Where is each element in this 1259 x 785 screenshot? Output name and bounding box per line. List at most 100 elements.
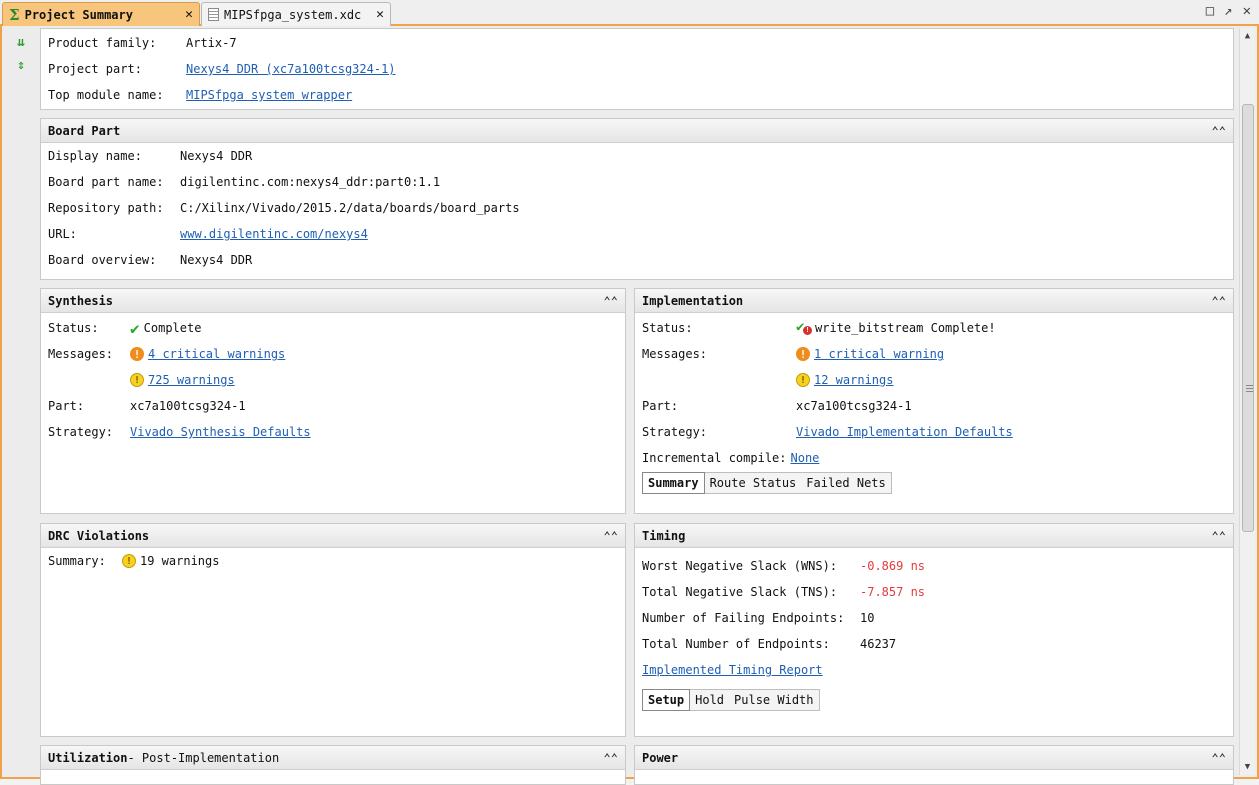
subtab-summary[interactable]: Summary xyxy=(642,472,705,494)
warnings-link[interactable]: 725 warnings xyxy=(148,373,235,387)
scroll-down-icon[interactable]: ▼ xyxy=(1240,759,1255,775)
strategy-link[interactable]: Vivado Synthesis Defaults xyxy=(130,425,311,439)
panel-header: Board Part ⌃⌃ xyxy=(41,119,1233,143)
panel-title: Synthesis xyxy=(48,293,114,308)
float-icon[interactable]: ↗ xyxy=(1224,3,1232,19)
wns-label: Worst Negative Slack (WNS): xyxy=(642,559,838,573)
subtab-pulse-width[interactable]: Pulse Width xyxy=(729,690,818,710)
board-overview-value: Nexys4 DDR xyxy=(180,253,253,267)
drc-summary-value: 19 warnings xyxy=(140,554,220,568)
part-label: Part: xyxy=(48,399,85,413)
panel-title: Utilization xyxy=(48,750,128,765)
top-module-link[interactable]: MIPSfpga system wrapper xyxy=(186,88,352,102)
warning-icon: ! xyxy=(796,373,810,387)
panel-header: Power ⌃⌃ xyxy=(635,746,1233,770)
subtab-route-status[interactable]: Route Status xyxy=(705,473,802,493)
panel-title: Power xyxy=(642,750,679,765)
display-name-label: Display name: xyxy=(48,149,142,163)
board-overview-label: Board overview: xyxy=(48,253,157,267)
collapse-all-icon[interactable]: ⇊ xyxy=(12,33,30,51)
panel-header: Timing ⌃⌃ xyxy=(635,524,1233,548)
tab-label: Project Summary xyxy=(24,7,133,22)
warning-icon: ! xyxy=(130,373,144,387)
critical-warning-icon: ! xyxy=(796,347,810,361)
implementation-panel: Implementation ⌃⌃ Status: ✔! write_bitst… xyxy=(634,288,1234,514)
repository-path-value: C:/Xilinx/Vivado/2015.2/data/boards/boar… xyxy=(180,201,520,215)
panel-subtitle: - Post-Implementation xyxy=(127,750,280,765)
timing-panel: Timing ⌃⌃ Worst Negative Slack (WNS): -0… xyxy=(634,523,1234,737)
file-icon xyxy=(208,8,219,21)
strategy-label: Strategy: xyxy=(48,425,114,439)
total-endpoints-value: 46237 xyxy=(860,637,897,651)
strategy-link[interactable]: Vivado Implementation Defaults xyxy=(796,425,1013,439)
board-url-link[interactable]: www.digilentinc.com/nexys4 xyxy=(180,227,368,241)
project-part-label: Project part: xyxy=(48,62,142,76)
part-value: xc7a100tcsg324-1 xyxy=(130,399,246,413)
bitstream-complete-icon: ✔! xyxy=(796,319,812,335)
collapse-icon[interactable]: ⌃⌃ xyxy=(604,294,618,308)
tab-xdc-file[interactable]: MIPSfpga_system.xdc ✕ xyxy=(201,2,391,26)
close-tab-icon[interactable]: ✕ xyxy=(185,7,193,22)
subtab-setup[interactable]: Setup xyxy=(642,689,691,711)
summary-label: Summary: xyxy=(48,554,106,568)
timing-report-link[interactable]: Implemented Timing Report xyxy=(642,663,823,677)
drc-violations-panel: DRC Violations ⌃⌃ Summary: ! 19 warnings xyxy=(40,523,626,737)
scroll-up-icon[interactable]: ▲ xyxy=(1240,28,1255,44)
product-family-value: Artix-7 xyxy=(186,36,237,50)
collapse-icon[interactable]: ⌃⌃ xyxy=(1212,751,1226,765)
repository-path-label: Repository path: xyxy=(48,201,164,215)
status-label: Status: xyxy=(642,321,693,335)
collapse-icon[interactable]: ⌃⌃ xyxy=(1212,124,1226,138)
critical-warnings-link[interactable]: 1 critical warning xyxy=(814,347,944,361)
part-label: Part: xyxy=(642,399,679,413)
subtab-failed-nets[interactable]: Failed Nets xyxy=(801,473,890,493)
close-tab-icon[interactable]: ✕ xyxy=(376,7,384,22)
wns-value: -0.869 ns xyxy=(860,559,926,573)
status-value: Complete xyxy=(143,321,202,335)
panel-title: Timing xyxy=(642,528,686,543)
vertical-scrollbar[interactable]: ▲ ▼ xyxy=(1239,28,1255,775)
checkmark-icon: ✔ xyxy=(130,318,140,338)
collapse-icon[interactable]: ⌃⌃ xyxy=(1212,294,1226,308)
failing-endpoints-value: 10 xyxy=(860,611,875,625)
collapse-icon[interactable]: ⌃⌃ xyxy=(604,529,618,543)
board-part-name-label: Board part name: xyxy=(48,175,164,189)
panel-title: Board Part xyxy=(48,123,121,138)
part-value: xc7a100tcsg324-1 xyxy=(796,399,912,413)
tns-label: Total Negative Slack (TNS): xyxy=(642,585,838,599)
timing-subtabs: Setup Hold Pulse Width xyxy=(642,689,820,711)
synthesis-panel: Synthesis ⌃⌃ Status: ✔ Complete Messages… xyxy=(40,288,626,514)
close-icon[interactable]: ✕ xyxy=(1243,3,1251,19)
board-part-name-value: digilentinc.com:nexys4_ddr:part0:1.1 xyxy=(180,175,441,189)
messages-label: Messages: xyxy=(48,347,114,361)
messages-label: Messages: xyxy=(642,347,708,361)
strategy-label: Strategy: xyxy=(642,425,708,439)
critical-warnings-link[interactable]: 4 critical warnings xyxy=(148,347,285,361)
warnings-link[interactable]: 12 warnings xyxy=(814,373,893,387)
status-label: Status: xyxy=(48,321,99,335)
subtab-hold[interactable]: Hold xyxy=(690,690,729,710)
panel-header: Implementation ⌃⌃ xyxy=(635,289,1233,313)
editor-tab-bar: Σ Project Summary ✕ MIPSfpga_system.xdc … xyxy=(0,0,1259,26)
tab-project-summary[interactable]: Σ Project Summary ✕ xyxy=(2,2,200,26)
board-part-panel: Board Part ⌃⌃ Display name: Nexys4 DDR B… xyxy=(40,118,1234,280)
scrollbar-thumb[interactable] xyxy=(1242,104,1254,532)
panel-header: Utilization - Post-Implementation ⌃⌃ xyxy=(41,746,625,770)
collapse-icon[interactable]: ⌃⌃ xyxy=(1212,529,1226,543)
implementation-subtabs: Summary Route Status Failed Nets xyxy=(642,472,892,494)
overview-panel: Product family: Artix-7 Project part: Ne… xyxy=(40,28,1234,110)
incremental-compile-link[interactable]: None xyxy=(791,451,820,465)
utilization-panel: Utilization - Post-Implementation ⌃⌃ xyxy=(40,745,626,785)
tab-label: MIPSfpga_system.xdc xyxy=(224,7,362,22)
incremental-compile-label: Incremental compile: xyxy=(642,451,787,465)
panel-title: Implementation xyxy=(642,293,744,308)
project-part-link[interactable]: Nexys4 DDR (xc7a100tcsg324-1) xyxy=(186,62,396,76)
expand-all-icon[interactable]: ⇕ xyxy=(12,56,30,74)
top-module-label: Top module name: xyxy=(48,88,164,102)
maximize-icon[interactable]: □ xyxy=(1206,3,1214,19)
total-endpoints-label: Total Number of Endpoints: xyxy=(642,637,830,651)
collapse-icon[interactable]: ⌃⌃ xyxy=(604,751,618,765)
panel-header: Synthesis ⌃⌃ xyxy=(41,289,625,313)
url-label: URL: xyxy=(48,227,77,241)
product-family-label: Product family: xyxy=(48,36,157,50)
